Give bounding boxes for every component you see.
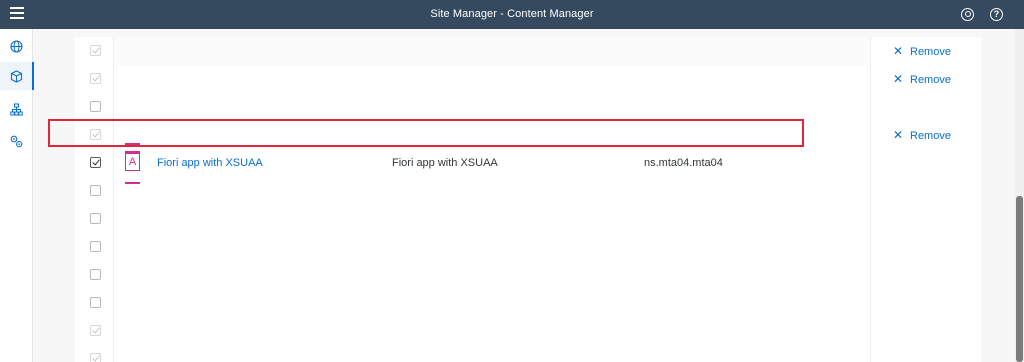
side-navigation (0, 29, 34, 362)
table-row: ✕ Remove (75, 65, 981, 94)
remove-button[interactable]: ✕ Remove (893, 128, 951, 142)
table-row-selected[interactable]: A Fiori app with XSUAA Fiori app with XS… (75, 149, 981, 178)
row-checkbox[interactable] (90, 101, 101, 112)
table-row (75, 317, 981, 346)
close-icon: ✕ (893, 128, 904, 142)
table-row: ✕ Remove (75, 121, 981, 150)
row-checkbox[interactable] (90, 297, 101, 308)
tile-edge (125, 143, 140, 145)
row-checkbox[interactable] (90, 45, 101, 56)
nav-item-sites[interactable] (0, 32, 32, 60)
content-area: ✕ Remove ✕ Remove ✕ Remove A Fiori app w… (33, 29, 1024, 362)
app-description: Fiori app with XSUAA (392, 157, 498, 169)
row-checkbox[interactable] (90, 241, 101, 252)
page-title: Site Manager - Content Manager (430, 8, 594, 20)
app-id: ns.mta04.mta04 (644, 157, 723, 169)
cube-icon (10, 70, 23, 83)
row-checkbox[interactable] (90, 185, 101, 196)
row-checkbox[interactable] (90, 353, 101, 362)
row-checkbox[interactable] (90, 213, 101, 224)
table-row (75, 177, 981, 206)
table-row (75, 233, 981, 262)
user-avatar-icon[interactable] (961, 8, 974, 21)
row-checkbox[interactable] (90, 269, 101, 280)
close-icon: ✕ (893, 72, 904, 86)
hierarchy-icon (10, 103, 23, 116)
table-row (75, 205, 981, 234)
app-tile-icon: A (125, 151, 140, 171)
tile-edge (125, 182, 140, 184)
globe-icon (10, 40, 23, 53)
gears-icon (10, 135, 23, 148)
remove-button[interactable]: ✕ Remove (893, 44, 951, 58)
remove-button[interactable]: ✕ Remove (893, 72, 951, 86)
shell-bar: Site Manager - Content Manager ? (0, 0, 1024, 29)
table-row: ✕ Remove (75, 37, 981, 66)
table-row (75, 345, 981, 362)
close-icon: ✕ (893, 44, 904, 58)
row-checkbox[interactable] (90, 325, 101, 336)
table-row (75, 289, 981, 318)
row-checkbox[interactable] (90, 157, 101, 168)
scrollbar-thumb[interactable] (1016, 196, 1023, 362)
row-checkbox[interactable] (90, 73, 101, 84)
help-icon[interactable]: ? (990, 8, 1003, 21)
app-title-link[interactable]: Fiori app with XSUAA (157, 157, 263, 169)
nav-item-hierarchy[interactable] (0, 95, 32, 123)
nav-item-content-manager[interactable] (0, 62, 34, 90)
table-row (75, 261, 981, 290)
nav-item-settings[interactable] (0, 127, 32, 155)
table-row (75, 93, 981, 122)
row-checkbox[interactable] (90, 129, 101, 140)
